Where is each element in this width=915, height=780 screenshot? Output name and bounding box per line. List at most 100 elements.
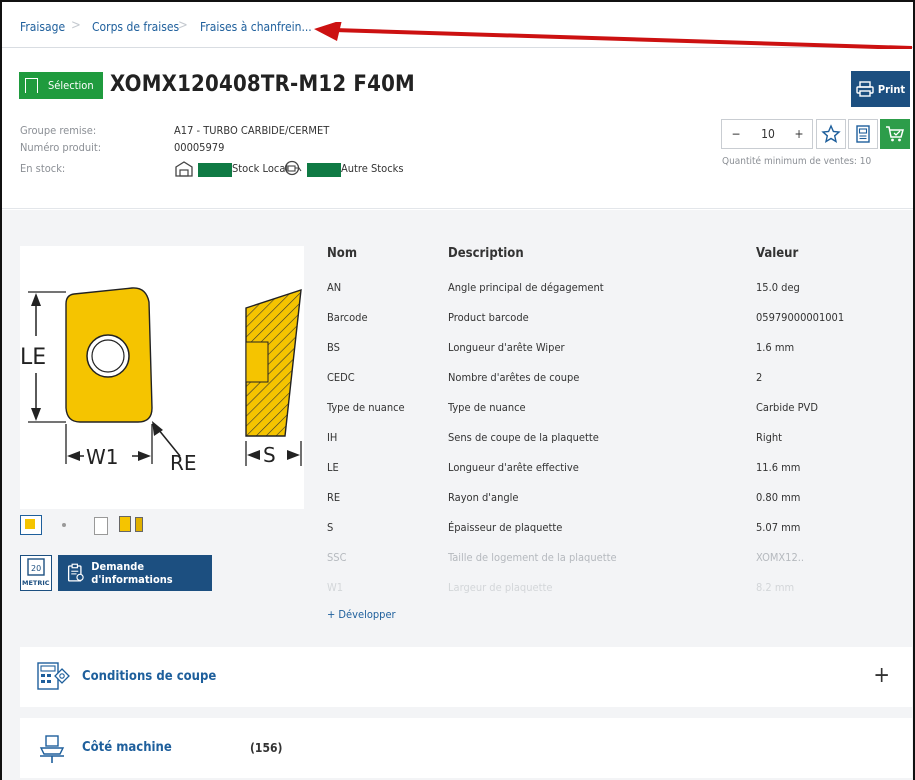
cell-description: Product barcode bbox=[448, 311, 529, 324]
table-row: LE Longueur d'arête effective 11.6 mm bbox=[327, 461, 907, 491]
cell-name: AN bbox=[327, 281, 342, 294]
request-info-button[interactable]: Demande d'informations bbox=[58, 555, 212, 591]
metric-icon: 20 METRIC bbox=[22, 558, 50, 587]
document-icon bbox=[856, 125, 870, 143]
table-row: W1 Largeur de plaquette 8.2 mm bbox=[327, 581, 907, 611]
cell-description: Angle principal de dégagement bbox=[448, 281, 604, 294]
cell-name: S bbox=[327, 521, 334, 534]
cell-value: XOMX12.. bbox=[756, 551, 805, 564]
list-button[interactable] bbox=[848, 119, 878, 149]
print-label: Print bbox=[877, 82, 906, 96]
cell-name: Type de nuance bbox=[327, 401, 405, 414]
quantity-plus-button[interactable]: + bbox=[786, 120, 812, 148]
cutting-conditions-panel[interactable]: Conditions de coupe + bbox=[20, 647, 912, 707]
truck-icon bbox=[284, 160, 302, 176]
selection-button[interactable]: Sélection bbox=[19, 72, 103, 99]
calculator-icon bbox=[37, 662, 70, 690]
cell-name: LE bbox=[327, 461, 339, 474]
product-number-label: Numéro produit: bbox=[20, 141, 102, 154]
cell-name: SSC bbox=[327, 551, 347, 564]
cell-value: 15.0 deg bbox=[756, 281, 800, 294]
expand-link[interactable]: + Développer bbox=[327, 608, 396, 621]
cell-value: 0.80 mm bbox=[756, 491, 801, 504]
cell-description: Nombre d'arêtes de coupe bbox=[448, 371, 580, 384]
chevron-right-icon: > bbox=[178, 18, 188, 33]
table-row: S Épaisseur de plaquette 5.07 mm bbox=[327, 521, 907, 551]
quantity-minus-button[interactable]: − bbox=[722, 120, 750, 148]
thumbnail-drawing[interactable] bbox=[20, 515, 42, 535]
metric-label: METRIC bbox=[22, 579, 50, 587]
product-diagram: LE W1 RE S bbox=[20, 246, 304, 509]
w1-label: W1 bbox=[86, 445, 119, 469]
column-header-name: Nom bbox=[327, 246, 358, 261]
thumbnail-small[interactable] bbox=[62, 523, 66, 527]
breadcrumb-link-fraisage[interactable]: Fraisage bbox=[20, 20, 65, 34]
min-sale-note: Quantité minimum de ventes: 10 bbox=[722, 156, 872, 167]
expand-plus-icon[interactable]: + bbox=[873, 663, 890, 688]
chevron-right-icon: > bbox=[71, 18, 81, 33]
cart-icon bbox=[886, 126, 904, 142]
machine-side-count: (156) bbox=[250, 741, 283, 755]
svg-text:20: 20 bbox=[31, 564, 41, 573]
cell-name: BS bbox=[327, 341, 340, 354]
product-number-value: 00005979 bbox=[174, 141, 225, 154]
cell-description: Taille de logement de la plaquette bbox=[448, 551, 617, 564]
cell-name: RE bbox=[327, 491, 341, 504]
column-header-description: Description bbox=[448, 246, 524, 261]
print-button[interactable]: Print bbox=[851, 71, 910, 107]
bookmark-icon bbox=[25, 78, 38, 93]
group-value: A17 - TURBO CARBIDE/CERMET bbox=[174, 124, 330, 137]
cell-description: Sens de coupe de la plaquette bbox=[448, 431, 599, 444]
clipboard-icon bbox=[67, 563, 84, 582]
thumbnail-insert-side[interactable] bbox=[135, 517, 143, 532]
cell-value: 1.6 mm bbox=[756, 341, 795, 354]
cell-description: Rayon d'angle bbox=[448, 491, 519, 504]
table-row: AN Angle principal de dégagement 15.0 de… bbox=[327, 281, 907, 311]
cell-value: 2 bbox=[756, 371, 763, 384]
cell-value: Right bbox=[756, 431, 783, 444]
table-row: RE Rayon d'angle 0.80 mm bbox=[327, 491, 907, 521]
stock-indicator bbox=[198, 163, 232, 177]
page-title: XOMX120408TR-M12 F40M bbox=[110, 72, 415, 97]
cell-name: IH bbox=[327, 431, 338, 444]
selection-label: Sélection bbox=[48, 79, 94, 92]
stock-indicator bbox=[307, 163, 341, 177]
cell-name: W1 bbox=[327, 581, 344, 594]
cell-description: Longueur d'arête effective bbox=[448, 461, 579, 474]
star-icon bbox=[821, 124, 841, 143]
cell-description: Épaisseur de plaquette bbox=[448, 521, 563, 534]
quantity-input[interactable]: 10 bbox=[750, 120, 786, 148]
re-label: RE bbox=[170, 451, 197, 475]
group-label: Groupe remise: bbox=[20, 124, 97, 137]
quantity-stepper[interactable]: − 10 + bbox=[721, 119, 813, 149]
metric-toggle-button[interactable]: 20 METRIC bbox=[20, 555, 52, 591]
cell-value: 5.07 mm bbox=[756, 521, 801, 534]
s-label: S bbox=[263, 443, 276, 467]
stock-other-label: Autre Stocks bbox=[341, 162, 404, 175]
product-header: Sélection XOMX120408TR-M12 F40M Print Gr… bbox=[2, 49, 913, 209]
cell-description: Type de nuance bbox=[448, 401, 526, 414]
breadcrumb-link-chanfrein[interactable]: Fraises à chanfrein... bbox=[200, 20, 312, 34]
request-info-label: Demande d'informations bbox=[91, 560, 173, 586]
cell-description: Largeur de plaquette bbox=[448, 581, 553, 594]
insert-drawing: LE W1 RE S bbox=[20, 287, 302, 475]
table-row: Barcode Product barcode 05979000001001 bbox=[327, 311, 907, 341]
breadcrumb-link-corps[interactable]: Corps de fraises bbox=[92, 20, 179, 34]
printer-icon bbox=[856, 81, 874, 97]
table-row: CEDC Nombre d'arêtes de coupe 2 bbox=[327, 371, 907, 401]
tool-holder-icon bbox=[39, 735, 65, 763]
cell-description: Longueur d'arête Wiper bbox=[448, 341, 565, 354]
table-row: BS Longueur d'arête Wiper 1.6 mm bbox=[327, 341, 907, 371]
favorite-button[interactable] bbox=[816, 119, 846, 149]
table-row: SSC Taille de logement de la plaquette X… bbox=[327, 551, 907, 581]
column-header-value: Valeur bbox=[756, 246, 799, 261]
thumbnail-packaging[interactable] bbox=[94, 517, 108, 535]
thumbnail-insert-front[interactable] bbox=[119, 516, 131, 532]
cell-name: Barcode bbox=[327, 311, 368, 324]
add-to-cart-button[interactable] bbox=[880, 119, 910, 149]
stock-label: En stock: bbox=[20, 162, 66, 175]
annotation-arrow bbox=[314, 22, 913, 50]
table-row: Type de nuance Type de nuance Carbide PV… bbox=[327, 401, 907, 431]
machine-side-panel[interactable]: Côté machine (156) bbox=[20, 718, 912, 778]
cell-name: CEDC bbox=[327, 371, 355, 384]
